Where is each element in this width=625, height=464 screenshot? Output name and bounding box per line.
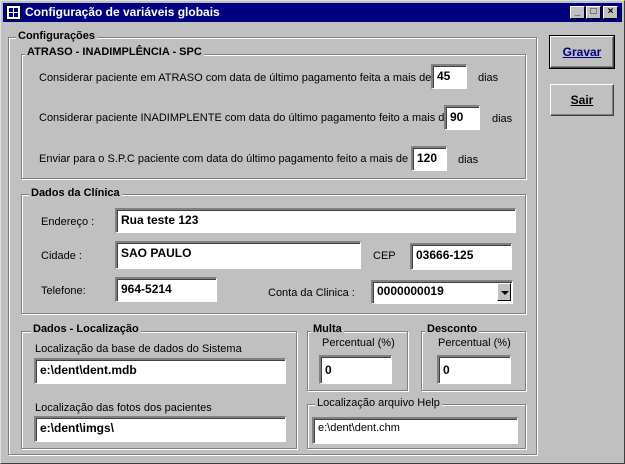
fotos-label: Localização das fotos dos pacientes: [35, 402, 212, 414]
telefone-label: Telefone:: [41, 285, 86, 297]
desconto-percent-label: Percentual (%): [438, 337, 511, 349]
minimize-button[interactable]: _: [570, 6, 585, 19]
cidade-input[interactable]: SAO PAULO: [115, 241, 361, 269]
atraso-unit: dias: [478, 72, 499, 84]
multa-legend: Multa: [311, 323, 344, 335]
gravar-button[interactable]: Gravar: [549, 35, 615, 69]
inadimplente-unit: dias: [492, 113, 513, 125]
desconto-legend: Desconto: [425, 323, 480, 335]
title-bar[interactable]: Configuração de variáveis globais _ □ ×: [3, 3, 622, 22]
spc-dias-input[interactable]: 120: [411, 146, 447, 171]
atraso-legend: ATRASO - INADIMPLÊNCIA - SPC: [25, 46, 204, 58]
help-legend: Localização arquivo Help: [315, 397, 442, 409]
cep-input[interactable]: 03666-125: [410, 243, 512, 270]
maximize-button[interactable]: □: [586, 6, 601, 19]
spc-label: Enviar para o S.P.C paciente com data do…: [39, 153, 409, 165]
multa-percent-label: Percentual (%): [322, 337, 395, 349]
spc-unit: dias: [458, 154, 479, 166]
config-window: Configuração de variáveis globais _ □ × …: [0, 0, 625, 464]
help-input[interactable]: e:\dent\dent.chm: [312, 417, 518, 444]
fotos-input[interactable]: e:\dent\imgs\: [34, 416, 286, 442]
window-title: Configuração de variáveis globais: [25, 5, 220, 19]
chevron-down-icon[interactable]: [497, 283, 511, 301]
app-icon[interactable]: [6, 5, 21, 20]
configuracoes-legend: Configurações: [16, 30, 98, 42]
cidade-label: Cidade :: [41, 250, 82, 262]
telefone-input[interactable]: 964-5214: [115, 277, 217, 302]
sair-button[interactable]: Sair: [550, 84, 614, 116]
endereco-label: Endereço :: [41, 216, 95, 228]
clinica-legend: Dados da Clínica: [29, 187, 122, 199]
multa-input[interactable]: 0: [319, 355, 392, 384]
conta-select[interactable]: 0000000019: [371, 280, 513, 304]
endereco-input[interactable]: Rua teste 123: [115, 208, 516, 233]
inadimplente-label: Considerar paciente INADIMPLENTE com dat…: [39, 112, 451, 124]
gravar-label: Gravar: [562, 45, 602, 59]
conta-label: Conta da Clinica :: [268, 287, 355, 299]
localizacao-legend: Dados - Localização: [31, 323, 141, 335]
sair-label: Sair: [570, 93, 594, 107]
inadimplente-dias-input[interactable]: 90: [444, 105, 480, 130]
atraso-label: Considerar paciente em ATRASO com data d…: [39, 72, 432, 84]
desconto-input[interactable]: 0: [437, 355, 511, 384]
conta-value: 0000000019: [377, 284, 444, 298]
cep-label: CEP: [373, 250, 396, 262]
base-input[interactable]: e:\dent\dent.mdb: [34, 358, 286, 384]
base-label: Localização da base de dados do Sistema: [35, 343, 242, 355]
close-button[interactable]: ×: [603, 6, 618, 19]
atraso-dias-input[interactable]: 45: [431, 64, 467, 89]
